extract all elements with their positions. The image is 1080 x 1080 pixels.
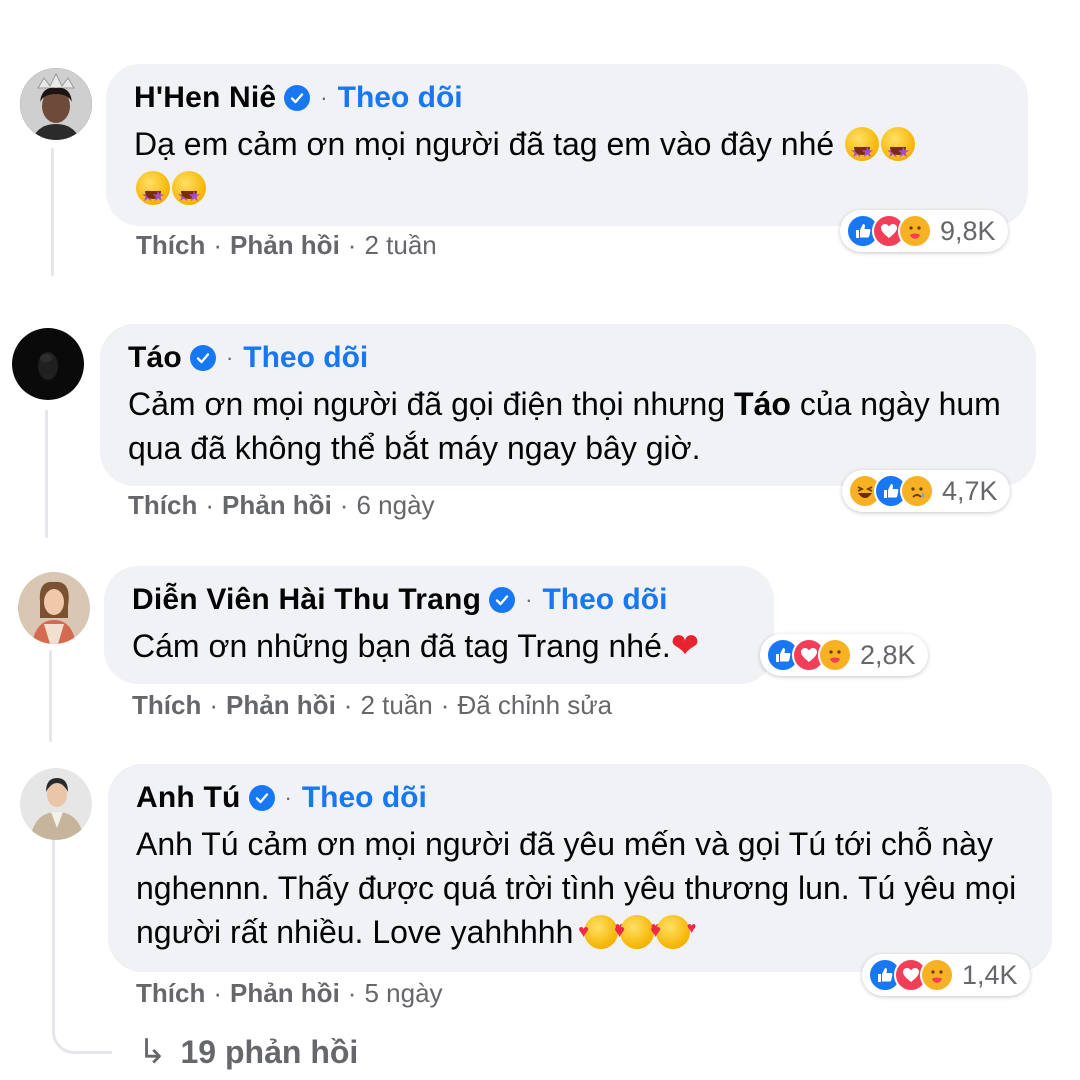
separator-dot: · — [284, 785, 292, 810]
star-struck-emoji-icon — [172, 171, 206, 219]
commenter-name[interactable]: H'Hen Niê — [134, 81, 276, 115]
commenter-name[interactable]: Anh Tú — [136, 781, 241, 815]
smiling-face-with-hearts-emoji-icon — [614, 907, 660, 953]
avatar-photo — [18, 572, 90, 644]
star-struck-emoji-icon — [136, 171, 170, 219]
star-struck-emoji-icon — [845, 127, 880, 175]
reply-connector — [52, 826, 112, 1054]
care-icon — [920, 958, 954, 992]
reaction-summary[interactable]: 2,8K — [760, 634, 928, 676]
commenter-name[interactable]: Táo — [128, 341, 182, 375]
care-icon — [818, 638, 852, 672]
care-icon — [898, 214, 932, 248]
verified-badge-icon — [189, 345, 216, 371]
comment-actions: Thích · Phản hồi · 5 ngày — [136, 978, 443, 1009]
comment-bubble: Táo · Theo dõi Cảm ơn mọi người đã gọi đ… — [100, 324, 1036, 486]
comment-time[interactable]: 5 ngày — [364, 978, 442, 1009]
verified-badge-icon — [248, 785, 275, 811]
replies-count-label: 19 phản hồi — [180, 1033, 359, 1070]
view-replies-link[interactable]: ↳ 19 phản hồi — [138, 1032, 358, 1072]
comment-text: Dạ em cảm ơn mọi người đã tag em vào đây… — [134, 122, 994, 219]
comment-actions: Thích · Phản hồi · 2 tuần — [136, 230, 437, 261]
follow-button[interactable]: Theo dõi — [302, 781, 427, 815]
reply-button[interactable]: Phản hồi — [230, 978, 340, 1009]
avatar-photo — [20, 68, 92, 140]
comment-text: Cảm ơn mọi người đã gọi điện thọi nhưng … — [128, 386, 1001, 466]
thread-line — [49, 650, 52, 742]
bold-mention: Táo — [734, 386, 791, 422]
comment-text: Cám ơn những bạn đã tag Trang nhé.❤ — [132, 627, 700, 665]
avatar[interactable] — [20, 68, 92, 140]
comment-time[interactable]: 2 tuần — [360, 690, 432, 721]
follow-button[interactable]: Theo dõi — [542, 583, 667, 617]
star-struck-emoji-icon — [881, 127, 916, 175]
reaction-count: 4,7K — [942, 475, 998, 506]
like-button[interactable]: Thích — [128, 490, 197, 521]
avatar-photo — [12, 328, 84, 400]
reply-button[interactable]: Phản hồi — [230, 230, 340, 261]
comment-text: Anh Tú cảm ơn mọi người đã yêu mến và gọ… — [136, 822, 1026, 954]
comment-bubble: Diễn Viên Hài Thu Trang · Theo dõi Cám ơ… — [104, 566, 774, 684]
reaction-summary[interactable]: 1,4K — [862, 954, 1030, 996]
comment-actions: Thích · Phản hồi · 6 ngày — [128, 490, 435, 521]
comment-actions: Thích · Phản hồi · 2 tuần · Đã chỉnh sửa — [132, 690, 613, 721]
avatar-photo — [20, 768, 92, 840]
smiling-face-with-hearts-emoji-icon — [650, 907, 696, 953]
comment-bubble: Anh Tú · Theo dõi Anh Tú cảm ơn mọi ngườ… — [108, 764, 1052, 972]
verified-badge-icon — [489, 587, 516, 613]
avatar[interactable] — [20, 768, 92, 840]
reaction-summary[interactable]: 4,7K — [842, 470, 1010, 512]
thread-line — [51, 148, 54, 276]
smiling-face-with-hearts-emoji-icon — [578, 907, 624, 953]
reaction-summary[interactable]: 9,8K — [840, 210, 1008, 252]
reply-arrow-icon: ↳ — [138, 1033, 167, 1071]
like-button[interactable]: Thích — [136, 230, 205, 261]
reaction-count: 1,4K — [962, 959, 1018, 990]
follow-button[interactable]: Theo dõi — [243, 341, 368, 375]
thread-line — [45, 410, 48, 538]
comment-bubble: H'Hen Niê · Theo dõi Dạ em cảm ơn mọi ng… — [106, 64, 1028, 226]
separator-dot: · — [320, 85, 328, 110]
reaction-count: 2,8K — [860, 639, 916, 670]
comment-time[interactable]: 6 ngày — [356, 490, 434, 521]
comment-time[interactable]: 2 tuần — [364, 230, 436, 261]
separator-dot: · — [225, 345, 234, 370]
separator-dot: · — [525, 587, 533, 612]
verified-badge-icon — [284, 85, 311, 111]
sad-icon — [900, 474, 934, 508]
like-button[interactable]: Thích — [136, 978, 205, 1009]
avatar[interactable] — [12, 328, 84, 400]
red-heart-emoji-icon: ❤ — [670, 627, 700, 665]
reply-button[interactable]: Phản hồi — [226, 690, 336, 721]
commenter-name[interactable]: Diễn Viên Hài Thu Trang — [132, 583, 481, 617]
reaction-count: 9,8K — [940, 215, 996, 246]
like-button[interactable]: Thích — [132, 690, 201, 721]
avatar[interactable] — [18, 572, 90, 644]
follow-button[interactable]: Theo dõi — [338, 81, 463, 115]
reply-button[interactable]: Phản hồi — [222, 490, 332, 521]
edited-label[interactable]: Đã chỉnh sửa — [457, 690, 612, 721]
